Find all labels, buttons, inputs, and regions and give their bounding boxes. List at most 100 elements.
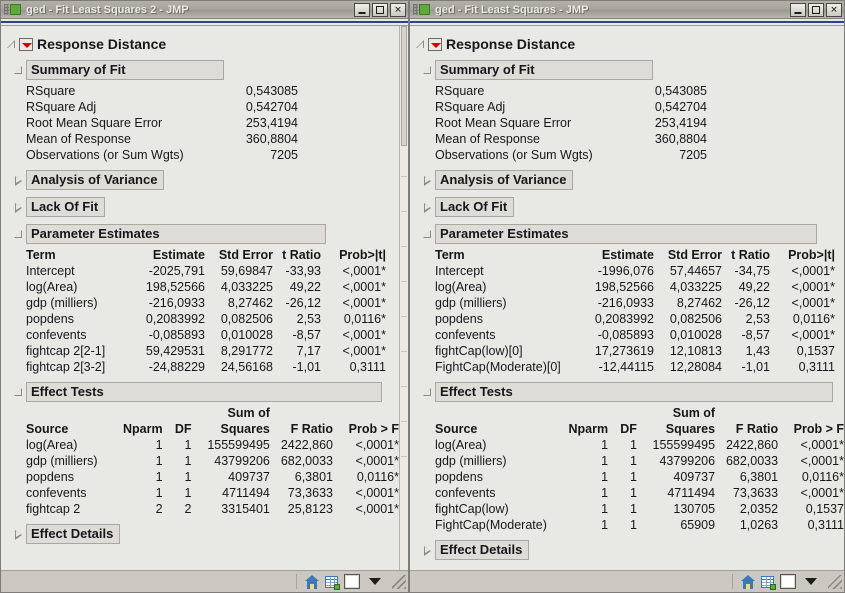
- section-header-parameter-estimates[interactable]: Parameter Estimates: [435, 224, 817, 244]
- outline-response-distance[interactable]: Response Distance: [6, 35, 399, 54]
- data-table-icon[interactable]: [324, 574, 340, 590]
- jmp-document-icon: [419, 4, 430, 15]
- section-header-effect-details[interactable]: Effect Details: [26, 524, 121, 544]
- outline-lack-of-fit[interactable]: Lack Of Fit: [422, 197, 844, 217]
- outline-analysis-of-variance[interactable]: Analysis of Variance: [13, 170, 399, 190]
- window-fit-least-squares[interactable]: ged - Fit Least Squares - JMP ✕ Response…: [409, 0, 845, 593]
- cell-prob: <,0001*: [800, 486, 844, 500]
- report-content-left: Response Distance Summary of Fit RSquare…: [1, 26, 408, 570]
- cell-t-ratio: -8,57: [741, 328, 771, 342]
- section-header-summary-of-fit[interactable]: Summary of Fit: [435, 60, 653, 80]
- section-header-analysis-of-variance[interactable]: Analysis of Variance: [26, 170, 165, 190]
- disclosure-closed-icon[interactable]: [13, 529, 24, 540]
- window-title: ged - Fit Least Squares 2 - JMP: [26, 3, 189, 16]
- section-header-effect-details[interactable]: Effect Details: [435, 540, 530, 560]
- disclosure-closed-icon[interactable]: [422, 175, 433, 186]
- disclosure-open-icon[interactable]: [422, 387, 433, 398]
- outline-summary-of-fit[interactable]: Summary of Fit: [422, 60, 844, 80]
- window-fit-least-squares-2[interactable]: ged - Fit Least Squares 2 - JMP ✕ Respon…: [0, 0, 409, 593]
- summary-value: 0,543085: [654, 84, 707, 98]
- section-header-lack-of-fit[interactable]: Lack Of Fit: [26, 197, 106, 217]
- outline-summary-of-fit[interactable]: Summary of Fit: [13, 60, 399, 80]
- cell-nparm: 1: [601, 486, 609, 500]
- cell-nparm: 1: [155, 486, 163, 500]
- col-f-ratio: F Ratio: [735, 422, 779, 436]
- titlebar-right[interactable]: ged - Fit Least Squares - JMP ✕: [410, 1, 844, 19]
- outline-lack-of-fit[interactable]: Lack Of Fit: [13, 197, 399, 217]
- home-icon[interactable]: [304, 574, 320, 590]
- red-triangle-menu-icon[interactable]: [428, 38, 442, 51]
- col-estimate: Estimate: [601, 248, 654, 262]
- cell-term: log(Area): [435, 280, 487, 294]
- cell-estimate: 17,273619: [594, 344, 654, 358]
- outline-effect-tests[interactable]: Effect Tests: [13, 382, 399, 402]
- cell-prob: <,0001*: [791, 264, 835, 278]
- disclosure-open-icon[interactable]: [6, 39, 17, 50]
- close-button[interactable]: ✕: [390, 2, 406, 17]
- section-header-analysis-of-variance[interactable]: Analysis of Variance: [435, 170, 574, 190]
- resize-grip-icon[interactable]: [828, 574, 842, 589]
- cell-estimate: 198,52566: [594, 280, 654, 294]
- outline-analysis-of-variance[interactable]: Analysis of Variance: [422, 170, 844, 190]
- outline-parameter-estimates[interactable]: Parameter Estimates: [13, 224, 399, 244]
- disclosure-open-icon[interactable]: [415, 39, 426, 50]
- scrollbar-thumb[interactable]: [401, 26, 407, 146]
- col-squares: Squares: [665, 422, 716, 436]
- data-table-icon[interactable]: [760, 574, 776, 590]
- outline-effect-details[interactable]: Effect Details: [13, 524, 399, 544]
- cell-squares: 43799206: [659, 454, 716, 468]
- section-header-parameter-estimates[interactable]: Parameter Estimates: [26, 224, 326, 244]
- cell-term: confevents: [26, 328, 87, 342]
- summary-label: Observations (or Sum Wgts): [435, 148, 593, 162]
- home-icon[interactable]: [740, 574, 756, 590]
- vertical-scrollbar-left[interactable]: [399, 26, 408, 570]
- col-std-error: Std Error: [218, 248, 273, 262]
- disclosure-open-icon[interactable]: [13, 387, 24, 398]
- disclosure-open-icon[interactable]: [422, 229, 433, 240]
- table-row: confevents -0,085893 0,010028 -8,57 <,0001*: [435, 327, 835, 343]
- grip-dots-icon: [4, 4, 9, 15]
- cell-f-ratio: 2,0352: [739, 502, 779, 516]
- section-header-lack-of-fit[interactable]: Lack Of Fit: [435, 197, 515, 217]
- maximize-button[interactable]: [808, 2, 824, 17]
- section-header-effect-tests[interactable]: Effect Tests: [26, 382, 382, 402]
- section-header-effect-tests[interactable]: Effect Tests: [435, 382, 833, 402]
- white-square-icon[interactable]: [780, 574, 796, 589]
- disclosure-closed-icon[interactable]: [13, 202, 24, 213]
- cell-nparm: 1: [601, 454, 609, 468]
- disclosure-closed-icon[interactable]: [422, 545, 433, 556]
- table-row: RSquare 0,543085: [26, 83, 298, 99]
- outline-parameter-estimates[interactable]: Parameter Estimates: [422, 224, 844, 244]
- minimize-button[interactable]: [354, 2, 370, 17]
- cell-estimate: -12,44115: [598, 360, 654, 374]
- col-sum-of: Sum of: [227, 406, 270, 420]
- outline-effect-tests[interactable]: Effect Tests: [422, 382, 844, 402]
- resize-grip-icon[interactable]: [392, 574, 406, 589]
- disclosure-open-icon[interactable]: [13, 229, 24, 240]
- down-caret-icon[interactable]: [805, 578, 817, 585]
- disclosure-closed-icon[interactable]: [13, 175, 24, 186]
- window-controls[interactable]: ✕: [790, 2, 842, 17]
- cell-t-ratio: 1,43: [745, 344, 770, 358]
- cell-df: 2: [184, 502, 192, 516]
- section-header-summary-of-fit[interactable]: Summary of Fit: [26, 60, 224, 80]
- close-button[interactable]: ✕: [826, 2, 842, 17]
- cell-prob: <,0001*: [355, 502, 399, 516]
- red-triangle-menu-icon[interactable]: [19, 38, 33, 51]
- titlebar-left[interactable]: ged - Fit Least Squares 2 - JMP ✕: [1, 1, 408, 19]
- disclosure-closed-icon[interactable]: [422, 202, 433, 213]
- disclosure-open-icon[interactable]: [422, 65, 433, 76]
- cell-df: 1: [184, 486, 192, 500]
- disclosure-open-icon[interactable]: [13, 65, 24, 76]
- outline-effect-details[interactable]: Effect Details: [422, 540, 844, 560]
- table-subheader-row: Sum of: [26, 405, 399, 421]
- white-square-icon[interactable]: [344, 574, 360, 589]
- cell-squares: 155599495: [652, 438, 716, 452]
- window-controls[interactable]: ✕: [354, 2, 406, 17]
- cell-source: gdp (milliers): [435, 454, 507, 468]
- minimize-button[interactable]: [790, 2, 806, 17]
- maximize-button[interactable]: [372, 2, 388, 17]
- outline-response-distance[interactable]: Response Distance: [415, 35, 844, 54]
- down-caret-icon[interactable]: [369, 578, 381, 585]
- cell-std-error: 59,69847: [220, 264, 273, 278]
